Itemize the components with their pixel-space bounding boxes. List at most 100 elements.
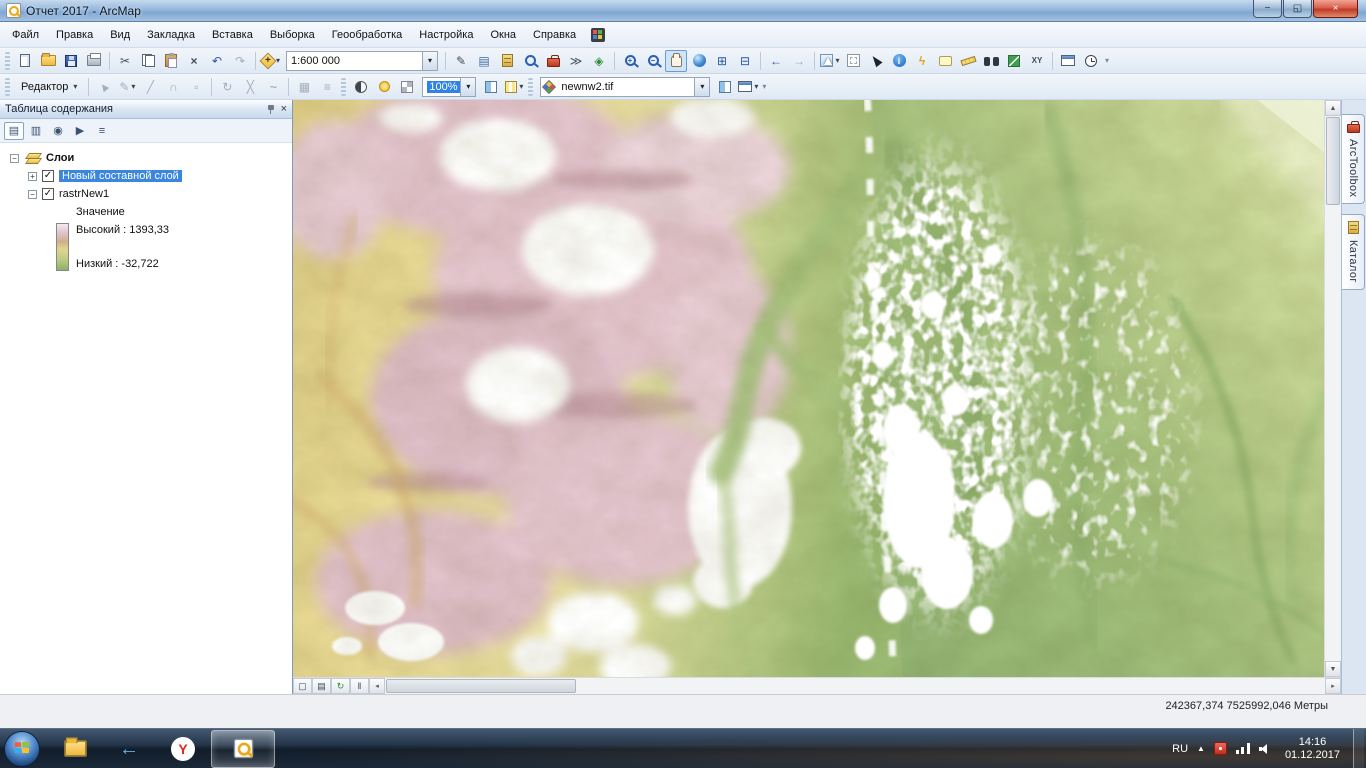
toc-root-label[interactable]: Слои: [46, 152, 74, 164]
redo-button[interactable]: ↷: [229, 50, 251, 72]
raster-layer-checkbox[interactable]: ✓: [42, 188, 54, 200]
group-layer-row[interactable]: + ✓ Новый составной слой: [2, 167, 290, 185]
menu-bookmarks[interactable]: Закладка: [139, 25, 203, 45]
list-by-visibility-tab[interactable]: ◉: [48, 122, 68, 140]
toolbar-grip[interactable]: [5, 78, 10, 96]
go-forward-extent-button[interactable]: →: [788, 50, 810, 72]
pin-icon[interactable]: [267, 104, 276, 115]
scroll-left-button[interactable]: ◂: [369, 678, 385, 694]
map-canvas[interactable]: [293, 100, 1324, 677]
cut-button[interactable]: ✂: [114, 50, 136, 72]
find-button[interactable]: [980, 50, 1002, 72]
map-scale-value[interactable]: 1:600 000: [287, 55, 422, 67]
zoom-percent-value[interactable]: 100%: [423, 81, 460, 93]
edit-tool-button[interactable]: ▲: [93, 76, 115, 98]
effects-layer-value[interactable]: newnw2.tif: [557, 81, 694, 93]
toolbar-grip[interactable]: [5, 52, 10, 70]
reshape-tool-button[interactable]: ~: [262, 76, 284, 98]
show-desktop-button[interactable]: [1353, 729, 1364, 768]
collapse-icon[interactable]: −: [10, 154, 19, 163]
combo-dropdown-button[interactable]: ▾: [694, 78, 709, 96]
expand-icon[interactable]: +: [28, 172, 37, 181]
group-layer-label[interactable]: Новый составной слой: [59, 170, 182, 182]
hyperlink-button[interactable]: ϟ: [911, 50, 933, 72]
scroll-up-button[interactable]: ▲: [1325, 100, 1341, 116]
editor-menu-button[interactable]: Редактор ▾: [14, 77, 84, 97]
transparency-button[interactable]: [396, 76, 418, 98]
search-window-button[interactable]: [519, 50, 541, 72]
toc-options-tab[interactable]: ≡: [92, 122, 112, 140]
delete-button[interactable]: ×: [183, 50, 205, 72]
open-button[interactable]: [37, 50, 59, 72]
create-features-button[interactable]: ✎▾: [116, 76, 138, 98]
select-features-button[interactable]: ▾: [819, 50, 841, 72]
zoom-out-button[interactable]: −: [642, 50, 664, 72]
vertical-scroll-track[interactable]: [1325, 206, 1341, 661]
arctoolbox-window-button[interactable]: [542, 50, 564, 72]
swipe-button[interactable]: [480, 76, 502, 98]
brightness-button[interactable]: [373, 76, 395, 98]
edit-vertices-button[interactable]: ▫: [185, 76, 207, 98]
pan-button[interactable]: [665, 50, 687, 72]
menu-help[interactable]: Справка: [525, 25, 584, 45]
raster-layer-row[interactable]: − ✓ rastrNew1: [2, 185, 290, 203]
zoom-in-button[interactable]: +: [619, 50, 641, 72]
toolbar-grip[interactable]: [341, 78, 346, 96]
select-elements-button[interactable]: [865, 50, 887, 72]
new-document-button[interactable]: [14, 50, 36, 72]
data-view-button[interactable]: ▢: [293, 678, 312, 694]
measure-button[interactable]: [957, 50, 979, 72]
paste-button[interactable]: [160, 50, 182, 72]
minimize-button[interactable]: −: [1253, 0, 1282, 18]
hidden-icons-chevron[interactable]: ▲: [1197, 744, 1205, 753]
list-by-selection-tab[interactable]: ▶: [70, 122, 90, 140]
fixed-zoom-out-button[interactable]: ⊟: [734, 50, 756, 72]
zoom-percent-combo[interactable]: 100% ▾: [422, 77, 476, 97]
scroll-right-button[interactable]: ▸: [1325, 678, 1341, 694]
menu-selection[interactable]: Выборка: [262, 25, 323, 45]
editor-toolbar-toggle-button[interactable]: ✎: [450, 50, 472, 72]
vertical-scroll-thumb[interactable]: [1326, 117, 1340, 205]
find-route-button[interactable]: [1003, 50, 1025, 72]
volume-icon[interactable]: [1259, 743, 1272, 755]
endpoint-arc-button[interactable]: ∩: [162, 76, 184, 98]
collapse-icon[interactable]: −: [28, 190, 37, 199]
menu-extra-icon[interactable]: [591, 28, 605, 42]
combo-dropdown-button[interactable]: ▾: [422, 52, 437, 70]
menu-insert[interactable]: Вставка: [204, 25, 261, 45]
toc-close-icon[interactable]: ×: [281, 104, 287, 115]
horizontal-scroll-thumb[interactable]: [386, 679, 576, 693]
refresh-view-button[interactable]: ↻: [331, 678, 350, 694]
copy-button[interactable]: [137, 50, 159, 72]
sketch-properties-button[interactable]: ≡: [316, 76, 338, 98]
arctoolbox-tab[interactable]: ArcToolbox: [1342, 114, 1365, 204]
vertical-scrollbar[interactable]: ▲ ▼: [1324, 100, 1341, 677]
table-of-contents-window-button[interactable]: ▤: [473, 50, 495, 72]
go-back-extent-button[interactable]: ←: [765, 50, 787, 72]
toc-header[interactable]: Таблица содержания ×: [0, 100, 292, 119]
map-scale-combo[interactable]: 1:600 000 ▾: [286, 51, 438, 71]
undo-button[interactable]: ↶: [206, 50, 228, 72]
restore-button[interactable]: ◱: [1283, 0, 1312, 18]
toolbar-overflow-icon[interactable]: ▾: [762, 82, 766, 91]
menu-customize[interactable]: Настройка: [411, 25, 481, 45]
attributes-button[interactable]: ▦: [293, 76, 315, 98]
layout-view-button[interactable]: ▤: [312, 678, 331, 694]
horizontal-scrollbar[interactable]: ◂ ▸: [369, 678, 1341, 694]
raster-layer-label[interactable]: rastrNew1: [59, 188, 109, 200]
menu-view[interactable]: Вид: [102, 25, 138, 45]
yandex-taskbar-button[interactable]: Y: [157, 730, 209, 768]
tray-app-icon[interactable]: [1214, 742, 1227, 755]
toolbar-overflow-icon[interactable]: ▾: [1105, 56, 1109, 65]
explorer-taskbar-button[interactable]: [49, 730, 101, 768]
pause-drawing-button[interactable]: ‖: [350, 678, 369, 694]
modelbuilder-window-button[interactable]: ◈: [588, 50, 610, 72]
add-data-button[interactable]: +▾: [260, 50, 282, 72]
print-button[interactable]: [83, 50, 105, 72]
identify-button[interactable]: i: [888, 50, 910, 72]
start-button[interactable]: [4, 731, 40, 767]
straight-segment-button[interactable]: ╱: [139, 76, 161, 98]
arrow-app-taskbar-button[interactable]: ←: [103, 730, 155, 768]
network-icon[interactable]: [1236, 743, 1250, 754]
toc-root-row[interactable]: − Слои: [2, 149, 290, 167]
